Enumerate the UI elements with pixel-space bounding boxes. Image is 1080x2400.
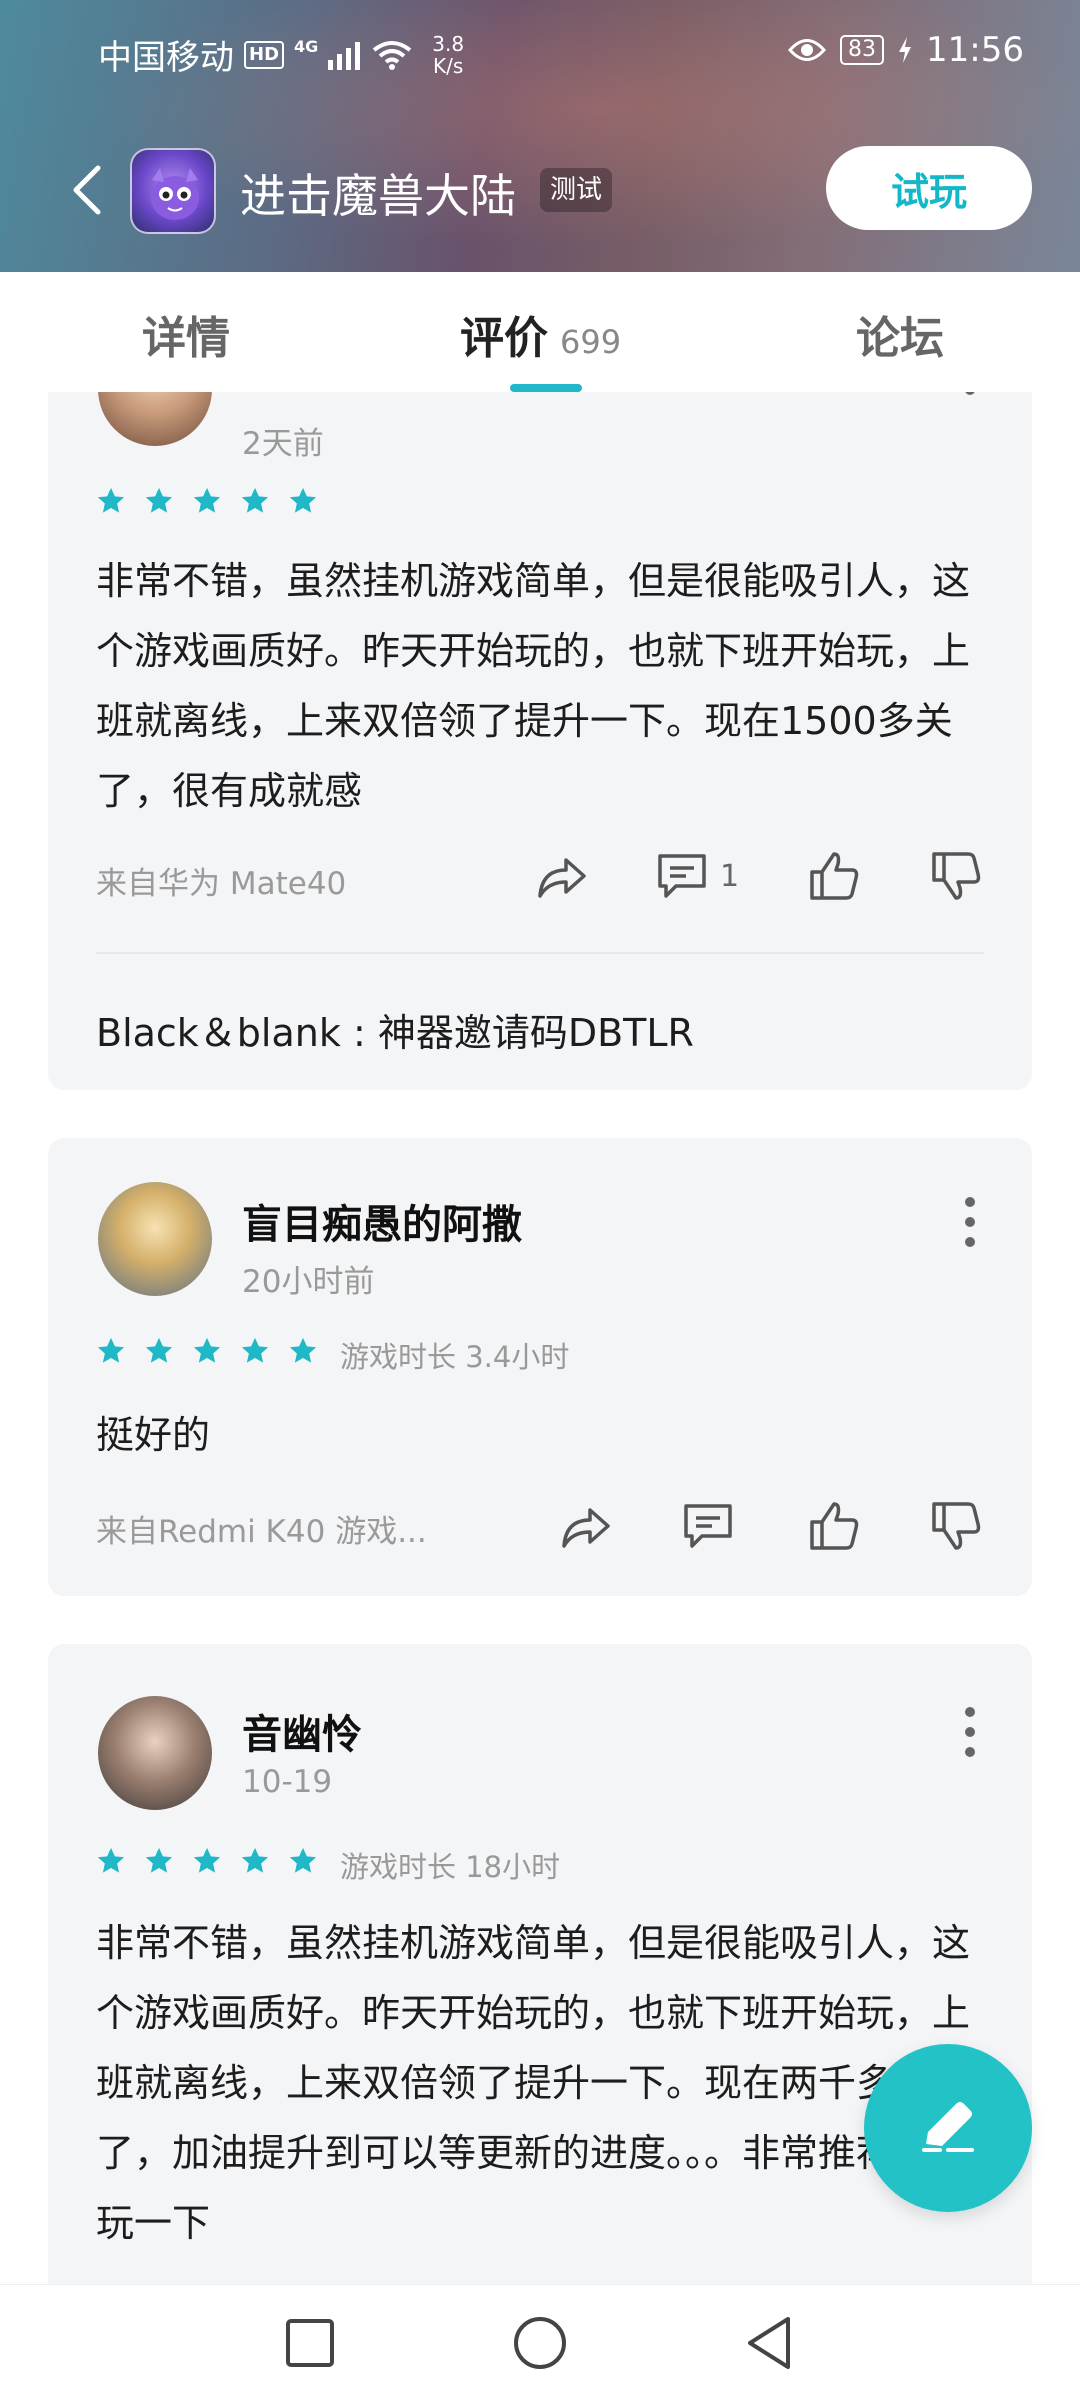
comment-icon [684, 1504, 732, 1548]
tab-details[interactable]: 详情 [142, 302, 230, 366]
star-icon [289, 1847, 317, 1873]
comment-count: 1 [720, 858, 740, 894]
tab-forum[interactable]: 论坛 [856, 302, 944, 366]
game-app-icon [130, 148, 216, 234]
status-bar: 中国移动 HD 4G 3.8 K/s 83 11:56 [0, 0, 1080, 110]
hd-icon: HD [244, 40, 285, 69]
share-button[interactable] [534, 848, 590, 904]
star-icon [241, 487, 269, 513]
pen-icon [922, 2102, 974, 2152]
thumbs-down-icon [932, 852, 981, 900]
active-tab-indicator [510, 384, 582, 392]
review-time: 2天前 [242, 426, 324, 462]
star-rating [96, 1846, 318, 1876]
device-source: 来自华为 Mate40 [96, 866, 347, 902]
device-source: 来自Redmi K40 游戏... [96, 1514, 427, 1550]
home-icon[interactable] [508, 2311, 572, 2375]
star-icon [145, 487, 173, 513]
recent-apps-icon[interactable] [278, 2311, 342, 2375]
more-options-icon[interactable] [960, 392, 980, 400]
star-icon [145, 1337, 173, 1363]
charging-icon [899, 37, 912, 63]
star-icon [241, 1337, 269, 1363]
write-review-button[interactable] [864, 2044, 1032, 2212]
carrier-label: 中国移动 [98, 38, 234, 78]
review-time: 10-19 [242, 1764, 333, 1800]
reply-preview[interactable]: Black＆blank : 神器邀请码DBTLR [96, 1002, 694, 1057]
more-options-icon[interactable] [960, 1702, 980, 1762]
star-icon [193, 1847, 221, 1873]
star-icon [193, 487, 221, 513]
system-nav-bar [0, 2284, 1080, 2400]
share-icon [538, 858, 586, 898]
star-rating [96, 1336, 318, 1366]
signal-icon [328, 41, 361, 70]
app-title: 进击魔兽大陆 [240, 169, 516, 223]
play-duration: 游戏时长 3.4小时 [340, 1340, 570, 1374]
like-button[interactable] [806, 848, 862, 904]
avatar[interactable] [98, 392, 212, 446]
star-icon [193, 1337, 221, 1363]
username[interactable]: 音幽怜 [242, 1702, 362, 1760]
thumbs-up-icon [810, 1502, 859, 1550]
eye-icon [788, 39, 827, 61]
review-card: 音幽怜 10-19 游戏时长 18小时 非常不错，虽然挂机游戏简单，但是很能吸引… [48, 1644, 1032, 2284]
wifi-icon [373, 40, 412, 70]
thumbs-down-icon [932, 1502, 981, 1550]
tab-reviews[interactable]: 评价 699 [460, 302, 621, 366]
star-icon [241, 1847, 269, 1873]
comment-button[interactable]: 1 [654, 848, 739, 904]
network-type-label: 4G [294, 37, 319, 56]
play-duration: 游戏时长 18小时 [340, 1850, 561, 1884]
test-badge: 测试 [540, 168, 613, 212]
dislike-button[interactable] [928, 1498, 984, 1554]
review-feed[interactable]: 孔明 2天前 非常不错，虽然挂机游戏简单，但是很能吸引人，这个游戏画质好。昨天开… [0, 392, 1080, 2284]
review-content[interactable]: 挺好的 [96, 1400, 996, 1470]
try-play-button[interactable]: 试玩 [826, 146, 1032, 230]
review-content[interactable]: 非常不错，虽然挂机游戏简单，但是很能吸引人，这个游戏画质好。昨天开始玩的，也就下… [96, 546, 996, 826]
battery-level: 83 [840, 35, 885, 65]
share-icon [562, 1508, 610, 1548]
review-card: 盲目痴愚的阿撒 20小时前 游戏时长 3.4小时 挺好的 来自Redmi K40… [48, 1138, 1032, 1596]
thumbs-up-icon [810, 852, 859, 900]
star-icon [145, 1847, 173, 1873]
star-rating [96, 486, 318, 516]
username[interactable]: 孔明 [242, 392, 322, 398]
review-count: 699 [560, 323, 622, 361]
app-screen: 中国移动 HD 4G 3.8 K/s 83 11:56 进击魔兽大陆 测试 试玩… [0, 0, 1080, 2400]
dislike-button[interactable] [928, 848, 984, 904]
clock: 11:56 [926, 30, 1024, 70]
avatar[interactable] [98, 1182, 212, 1296]
comment-icon [658, 854, 706, 898]
like-button[interactable] [806, 1498, 862, 1554]
star-icon [97, 1337, 125, 1363]
star-icon [97, 1847, 125, 1873]
star-icon [97, 487, 125, 513]
review-card: 孔明 2天前 非常不错，虽然挂机游戏简单，但是很能吸引人，这个游戏画质好。昨天开… [48, 392, 1032, 1090]
comment-button[interactable] [680, 1498, 736, 1554]
app-bar: 进击魔兽大陆 测试 试玩 [0, 140, 1080, 240]
more-options-icon[interactable] [960, 1192, 980, 1252]
back-arrow-icon [73, 165, 101, 215]
app-header: 中国移动 HD 4G 3.8 K/s 83 11:56 进击魔兽大陆 测试 试玩 [0, 0, 1080, 272]
star-icon [289, 487, 317, 513]
username[interactable]: 盲目痴愚的阿撒 [242, 1192, 522, 1250]
back-nav-icon[interactable] [738, 2311, 802, 2375]
tab-bar: 详情 评价 699 论坛 [0, 272, 1080, 392]
star-icon [289, 1337, 317, 1363]
network-speed: 3.8 K/s [432, 31, 465, 78]
back-button[interactable] [60, 160, 120, 220]
divider [96, 952, 984, 954]
share-button[interactable] [558, 1498, 614, 1554]
review-content[interactable]: 非常不错，虽然挂机游戏简单，但是很能吸引人，这个游戏画质好。昨天开始玩的，也就下… [96, 1908, 996, 2258]
review-time: 20小时前 [242, 1264, 375, 1300]
avatar[interactable] [98, 1696, 212, 1810]
